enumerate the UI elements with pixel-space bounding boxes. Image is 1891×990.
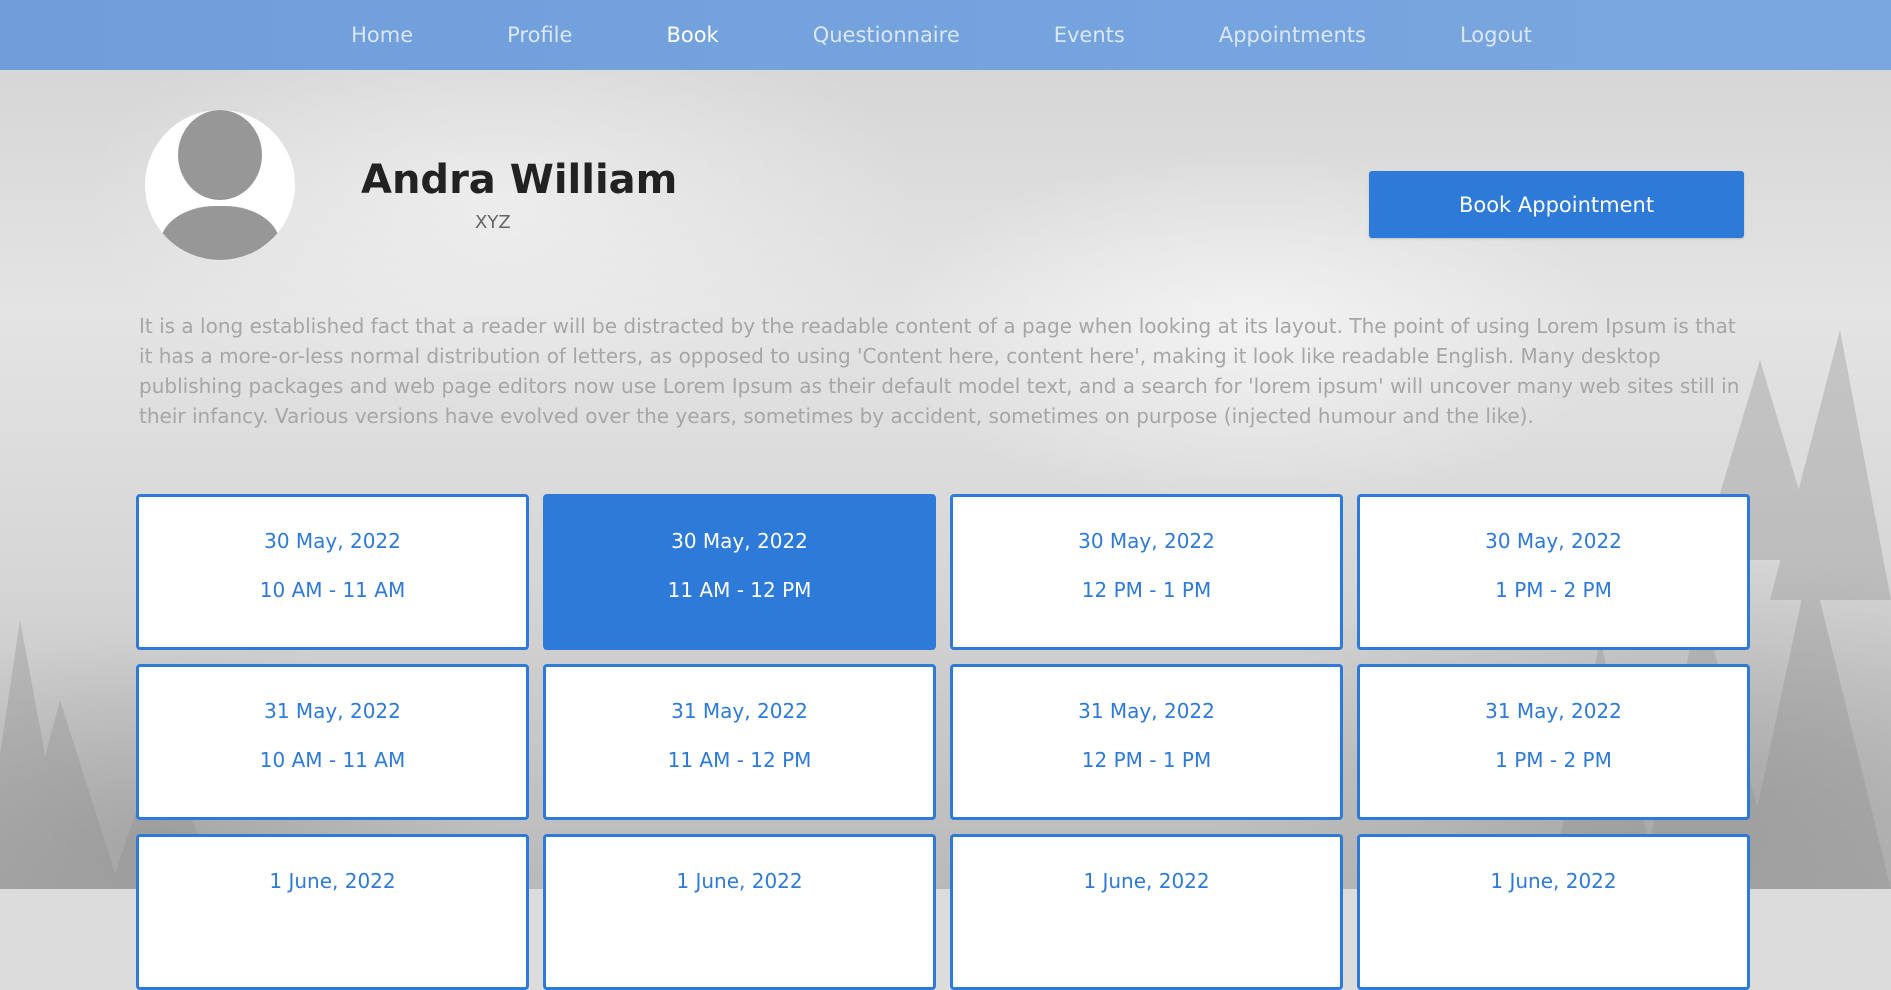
appointment-slot[interactable]: 1 June, 2022 [543,834,936,990]
nav-item-appointments[interactable]: Appointments [1172,23,1413,47]
nav-item-questionnaire[interactable]: Questionnaire [766,23,1007,47]
slot-date: 31 May, 2022 [1485,699,1622,723]
profile-name: Andra William [361,157,678,203]
appointment-slot[interactable]: 1 June, 2022 [136,834,529,990]
appointment-slot[interactable]: 30 May, 2022 11 AM - 12 PM [543,494,936,650]
slot-date: 1 June, 2022 [676,869,803,893]
slot-date: 30 May, 2022 [264,529,401,553]
slot-time: 12 PM - 1 PM [1081,578,1212,602]
slot-time: 10 AM - 11 AM [259,748,406,772]
nav-link-events[interactable]: Events [1054,23,1125,47]
nav-link-questionnaire[interactable]: Questionnaire [813,23,960,47]
slot-time: 1 PM - 2 PM [1495,578,1612,602]
nav-menu: Home Profile Book Questionnaire Events Appoin… [304,23,1579,47]
nav-item-profile[interactable]: Profile [460,23,619,47]
appointment-slot[interactable]: 30 May, 2022 10 AM - 11 AM [136,494,529,650]
nav-item-logout[interactable]: Logout [1413,23,1579,47]
nav-link-profile[interactable]: Profile [507,23,572,47]
slot-time: 11 AM - 12 PM [667,748,812,772]
slot-time: 10 AM - 11 AM [259,578,406,602]
slot-date: 30 May, 2022 [1485,529,1622,553]
nav-link-logout[interactable]: Logout [1460,23,1532,47]
profile-description: It is a long established fact that a rea… [139,314,1740,428]
book-appointment-button[interactable]: Book Appointment [1369,171,1744,238]
slot-time: 1 PM - 2 PM [1495,748,1612,772]
nav-link-book[interactable]: Book [666,23,718,47]
nav-link-home[interactable]: Home [351,23,413,47]
slot-date: 1 June, 2022 [1490,869,1617,893]
slot-date: 31 May, 2022 [1078,699,1215,723]
appointment-slot[interactable]: 31 May, 2022 11 AM - 12 PM [543,664,936,820]
slot-time: 11 AM - 12 PM [667,578,812,602]
nav-item-book[interactable]: Book [619,23,765,47]
top-navbar: Home Profile Book Questionnaire Events Appoin… [0,0,1891,70]
slot-date: 1 June, 2022 [269,869,396,893]
avatar-head [178,110,262,200]
avatar-body [160,206,280,260]
appointment-slot[interactable]: 30 May, 2022 1 PM - 2 PM [1357,494,1750,650]
slot-date: 1 June, 2022 [1083,869,1210,893]
appointment-slot[interactable]: 30 May, 2022 12 PM - 1 PM [950,494,1343,650]
appointment-slot[interactable]: 1 June, 2022 [1357,834,1750,990]
slot-date: 31 May, 2022 [264,699,401,723]
slot-date: 30 May, 2022 [671,529,808,553]
appointment-slot[interactable]: 31 May, 2022 12 PM - 1 PM [950,664,1343,820]
nav-item-events[interactable]: Events [1007,23,1172,47]
nav-link-appointments[interactable]: Appointments [1219,23,1366,47]
appointment-slots-grid: 30 May, 2022 10 AM - 11 AM 30 May, 2022 11 … [136,494,1752,990]
slot-time: 12 PM - 1 PM [1081,748,1212,772]
slot-date: 31 May, 2022 [671,699,808,723]
appointment-slot[interactable]: 31 May, 2022 1 PM - 2 PM [1357,664,1750,820]
appointment-slot[interactable]: 31 May, 2022 10 AM - 11 AM [136,664,529,820]
nav-item-home[interactable]: Home [304,23,460,47]
slot-date: 30 May, 2022 [1078,529,1215,553]
appointment-slot[interactable]: 1 June, 2022 [950,834,1343,990]
profile-subtitle: XYZ [475,212,511,233]
user-avatar-icon [145,110,295,260]
